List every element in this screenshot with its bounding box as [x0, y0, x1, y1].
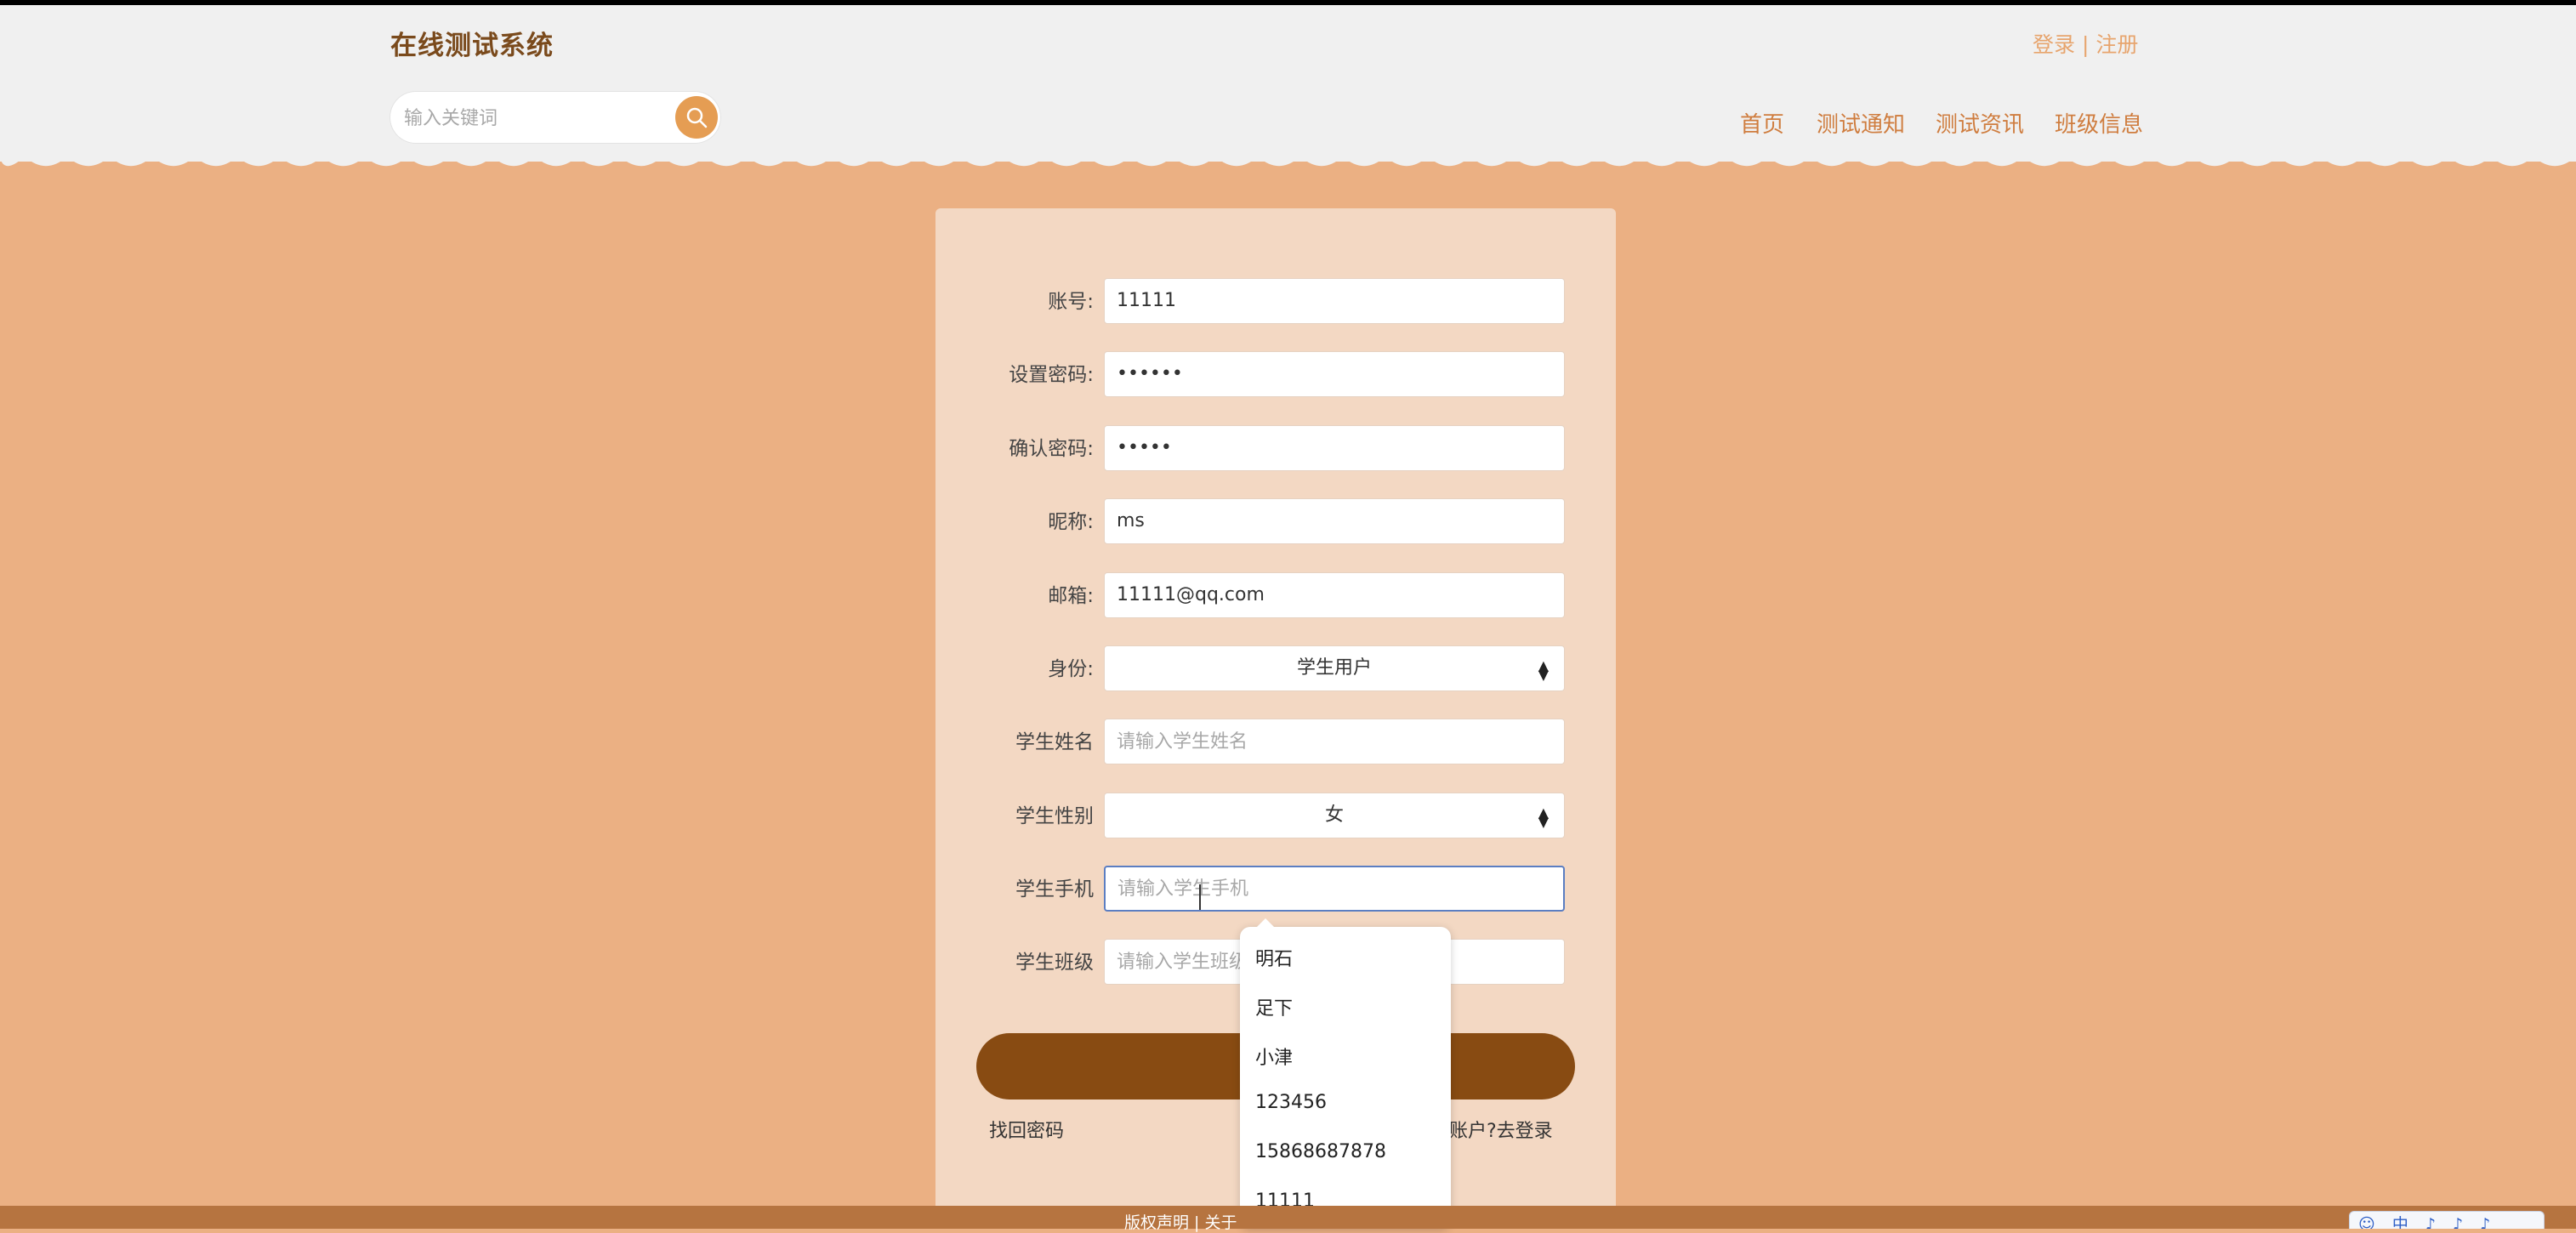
auth-links: 登录 | 注册 [2033, 28, 2138, 59]
confirm-password-input[interactable]: ••••• [1104, 425, 1565, 471]
autocomplete-option[interactable]: 小津 [1255, 1043, 1293, 1070]
ime-emoji-icon[interactable]: ☺ [2358, 1212, 2375, 1229]
nickname-label: 昵称: [1048, 511, 1094, 533]
form-row-nickname: 昵称: ms [935, 498, 1616, 546]
site-header [0, 5, 2576, 162]
select-arrows-icon: ▲ ▼ [1538, 804, 1549, 830]
autocomplete-dropdown: 明石 足下 小津 123456 15868687878 11111 [1240, 918, 1451, 1229]
autocomplete-option[interactable]: 足下 [1255, 993, 1293, 1020]
register-link[interactable]: 注册 [2095, 32, 2138, 57]
form-row-identity: 身份: 学生用户 ▲ ▼ [935, 645, 1616, 693]
search-button[interactable] [675, 96, 718, 139]
form-row-student-name: 学生姓名 [935, 719, 1616, 766]
account-input[interactable]: 11111 [1104, 278, 1565, 324]
nav-home[interactable]: 首页 [1740, 107, 1784, 139]
text-cursor [1199, 884, 1201, 910]
auth-separator: | [2081, 32, 2090, 57]
nickname-input[interactable]: ms [1104, 498, 1565, 544]
ime-voice-icon[interactable]: ♪ [2453, 1212, 2463, 1229]
student-class-label: 学生班级 [1015, 952, 1094, 974]
search-input[interactable] [402, 102, 661, 134]
search-icon [686, 107, 708, 128]
identity-select[interactable]: 学生用户 ▲ ▼ [1104, 645, 1565, 691]
email-label: 邮箱: [1048, 585, 1094, 607]
forgot-password-link[interactable]: 找回密码 [989, 1116, 1064, 1143]
student-gender-value: 女 [1324, 804, 1344, 826]
autocomplete-option[interactable]: 15868687878 [1255, 1141, 1386, 1162]
confirm-password-label: 确认密码: [1009, 438, 1094, 460]
site-footer [0, 1206, 2576, 1229]
select-arrows-icon: ▲ ▼ [1538, 657, 1549, 683]
identity-label: 身份: [1048, 658, 1094, 680]
nav-class-info[interactable]: 班级信息 [2055, 107, 2143, 139]
nav-test-notice[interactable]: 测试通知 [1817, 107, 1905, 139]
form-row-student-gender: 学生性别 女 ▲ ▼ [935, 793, 1616, 840]
email-input[interactable]: 11111@qq.com [1104, 572, 1565, 618]
student-gender-label: 学生性别 [1015, 805, 1094, 827]
go-login-link[interactable]: 账户?去登录 [1449, 1116, 1553, 1143]
search-box [390, 92, 720, 143]
site-title: 在线测试系统 [390, 31, 554, 61]
login-link[interactable]: 登录 [2033, 32, 2075, 57]
form-row-confirm-password: 确认密码: ••••• [935, 425, 1616, 473]
ime-punctuation-icon[interactable]: ♪ [2425, 1212, 2436, 1229]
student-phone-label: 学生手机 [1015, 878, 1094, 901]
account-label: 账号: [1048, 291, 1094, 313]
form-row-account: 账号: 11111 [935, 278, 1616, 326]
nav-test-news[interactable]: 测试资讯 [1936, 107, 2024, 139]
student-gender-select[interactable]: 女 ▲ ▼ [1104, 793, 1565, 838]
student-name-label: 学生姓名 [1015, 731, 1094, 753]
student-phone-input[interactable] [1104, 866, 1565, 912]
student-name-input[interactable] [1104, 719, 1565, 764]
ime-chinese-mode[interactable]: 中 [2392, 1212, 2408, 1229]
autocomplete-option[interactable]: 明石 [1255, 944, 1293, 971]
ime-menu-icon[interactable]: ♪ [2480, 1212, 2490, 1229]
footer-links[interactable]: 版权声明 | 关于 [1124, 1210, 1237, 1233]
dropdown-caret [1255, 918, 1276, 929]
ime-toolbar[interactable]: ☺ 中 ♪ ♪ ♪ [2349, 1211, 2545, 1229]
form-row-password: 设置密码: •••••• [935, 351, 1616, 399]
password-input[interactable]: •••••• [1104, 351, 1565, 397]
autocomplete-option[interactable]: 123456 [1255, 1092, 1327, 1113]
form-row-email: 邮箱: 11111@qq.com [935, 572, 1616, 620]
header-wave-divider [0, 153, 2576, 167]
form-row-student-phone: 学生手机 [935, 866, 1616, 913]
password-label: 设置密码: [1009, 364, 1094, 386]
identity-value: 学生用户 [1296, 657, 1372, 679]
